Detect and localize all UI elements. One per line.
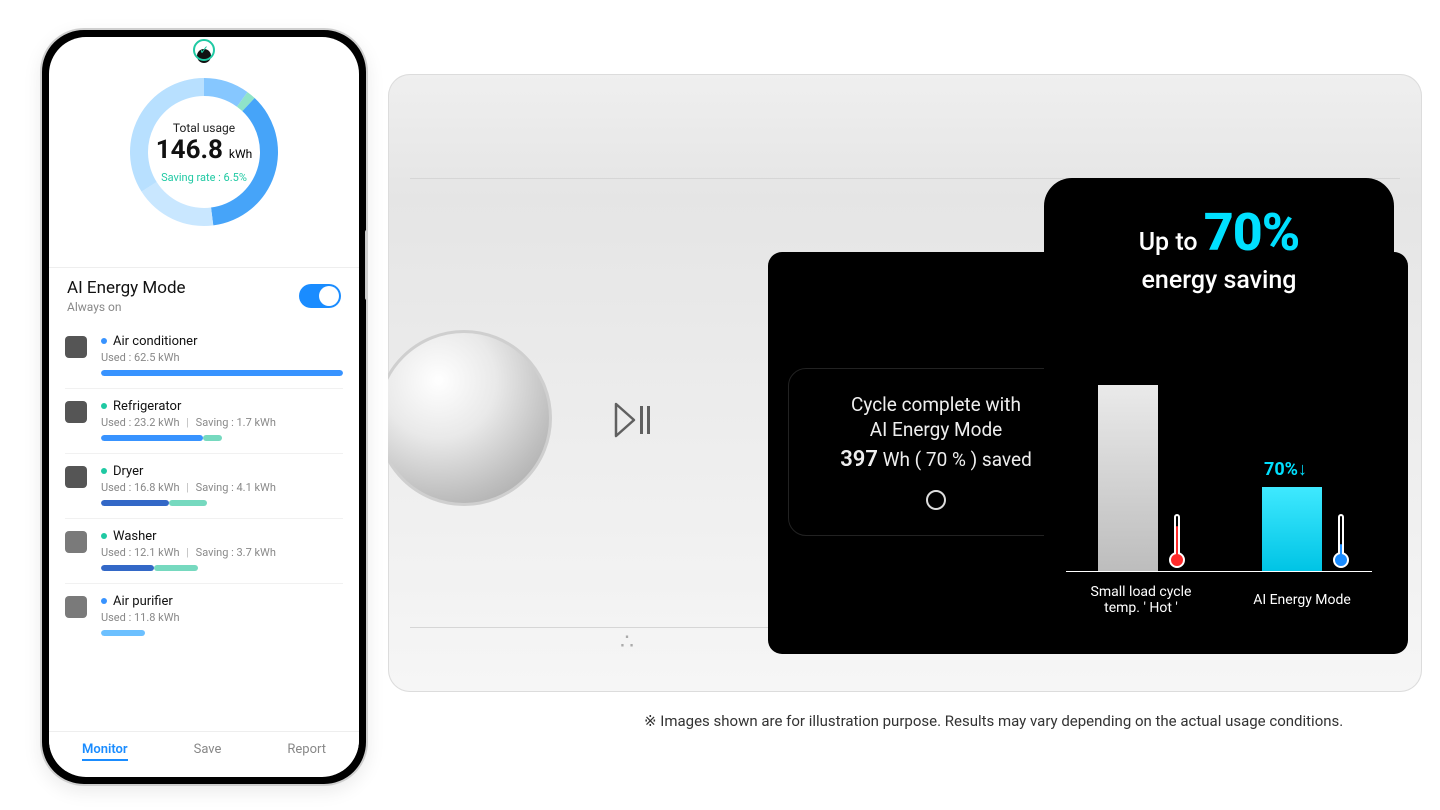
appliance-sub: Used : 11.8 kWh [101,611,343,624]
usage-donut: ✓ Total usage 146.8 kWh Saving rate : 6.… [49,37,359,267]
bar1-label-b: temp. ' Hot ' [1066,600,1216,616]
callout-headline: Up to 70% energy saving [1066,200,1372,296]
appliance-bar [101,565,343,571]
appliance-sub: Used : 16.8 kWh | Saving : 4.1 kWh [101,481,343,494]
chart-labels: Small load cycle temp. ' Hot ' AI Energy… [1066,584,1372,616]
appliance-row[interactable]: Air purifier Used : 11.8 kWh [65,583,343,648]
cycle-line-3: 397 Wh ( 70 % ) saved [807,447,1065,472]
appliance-name: Washer [101,529,343,544]
tab-save[interactable]: Save [194,742,222,761]
footnote-text: ※ Images shown are for illustration purp… [644,712,1343,730]
check-icon: ✓ [193,39,215,61]
air-conditioner-icon [65,336,87,358]
appliance-bar [101,435,343,441]
cycle-line-2: AI Energy Mode [807,418,1065,441]
appliance-row[interactable]: Refrigerator Used : 23.2 kWh | Saving : 1… [65,388,343,453]
phone-side-button [365,230,368,300]
footnote: ※ Images shown are for illustration purp… [640,712,1343,730]
callout-suffix: energy saving [1142,266,1297,295]
bottom-tabs: Monitor Save Report [49,731,359,771]
appliance-sub: Used : 62.5 kWh [101,351,343,364]
play-pause-icon[interactable] [610,398,654,442]
bar2-label: AI Energy Mode [1232,584,1372,616]
chart-axis [1066,571,1372,572]
mini-bar-chart: 70%↓ [1066,328,1372,572]
donut-label: Total usage [156,121,253,135]
appliance-row[interactable]: Air conditioner Used : 62.5 kWh [65,324,343,388]
reduction-label: 70%↓ [1264,459,1307,480]
thermometer-hot-icon [1168,514,1186,568]
cycle-complete-card: Cycle complete with AI Energy Mode 397 W… [788,368,1084,536]
appliance-name: Dryer [101,464,343,479]
energy-saving-callout: Up to 70% energy saving 70%↓ Smal [1044,178,1394,622]
tab-report[interactable]: Report [287,742,326,761]
air-purifier-icon [65,596,87,618]
cycle-wh-unit: Wh [883,448,910,471]
donut-value: 146.8 [156,135,223,165]
cycle-pct-text: ( 70 % ) saved [915,448,1032,471]
speech-pointer-icon [1022,314,1048,354]
dryer-icon [65,466,87,488]
home-circle-icon[interactable] [926,490,946,510]
appliance-name: Air purifier [101,594,343,609]
callout-pct: 70% [1204,202,1300,263]
donut-center: Total usage 146.8 kWh Saving rate : 6.5% [156,121,253,184]
appliance-bar [101,370,343,376]
appliance-row[interactable]: Dryer Used : 16.8 kWh | Saving : 4.1 kWh [65,453,343,518]
appliance-name: Refrigerator [101,399,343,414]
appliance-sub: Used : 23.2 kWh | Saving : 1.7 kWh [101,416,343,429]
thermometer-cold-icon [1332,514,1350,568]
bar1-label-a: Small load cycle [1066,584,1216,600]
refrigerator-icon [65,401,87,423]
ai-mode-title: AI Energy Mode [67,278,186,298]
indicator-dots-icon: ∴ [620,630,637,655]
appliance-row[interactable]: Washer Used : 12.1 kWh | Saving : 3.7 kWh [65,518,343,583]
appliance-bar [101,500,343,506]
tab-monitor[interactable]: Monitor [82,742,128,761]
callout-prefix: Up to [1139,228,1204,257]
bar-ai-rect [1262,487,1322,571]
phone-screen: ✓ Total usage 146.8 kWh Saving rate : 6.… [49,37,359,777]
donut-saving-rate: Saving rate : 6.5% [156,171,253,184]
washer-icon [65,531,87,553]
cycle-line-1: Cycle complete with [807,393,1065,416]
ai-energy-mode-row: AI Energy Mode Always on [49,267,359,320]
ai-mode-subtitle: Always on [67,300,186,314]
ai-mode-toggle[interactable] [299,284,341,308]
bar-hot-rect [1098,385,1158,571]
donut-unit: kWh [229,147,252,161]
phone-frame: ✓ Total usage 146.8 kWh Saving rate : 6.… [40,28,368,786]
appliance-list: Air conditioner Used : 62.5 kWh Refrigerat… [49,320,359,648]
appliance-name: Air conditioner [101,334,343,349]
stage: ✓ Total usage 146.8 kWh Saving rate : 6.… [0,0,1440,810]
appliance-sub: Used : 12.1 kWh | Saving : 3.7 kWh [101,546,343,559]
cycle-wh-number: 397 [840,447,878,472]
appliance-bar [101,630,343,636]
